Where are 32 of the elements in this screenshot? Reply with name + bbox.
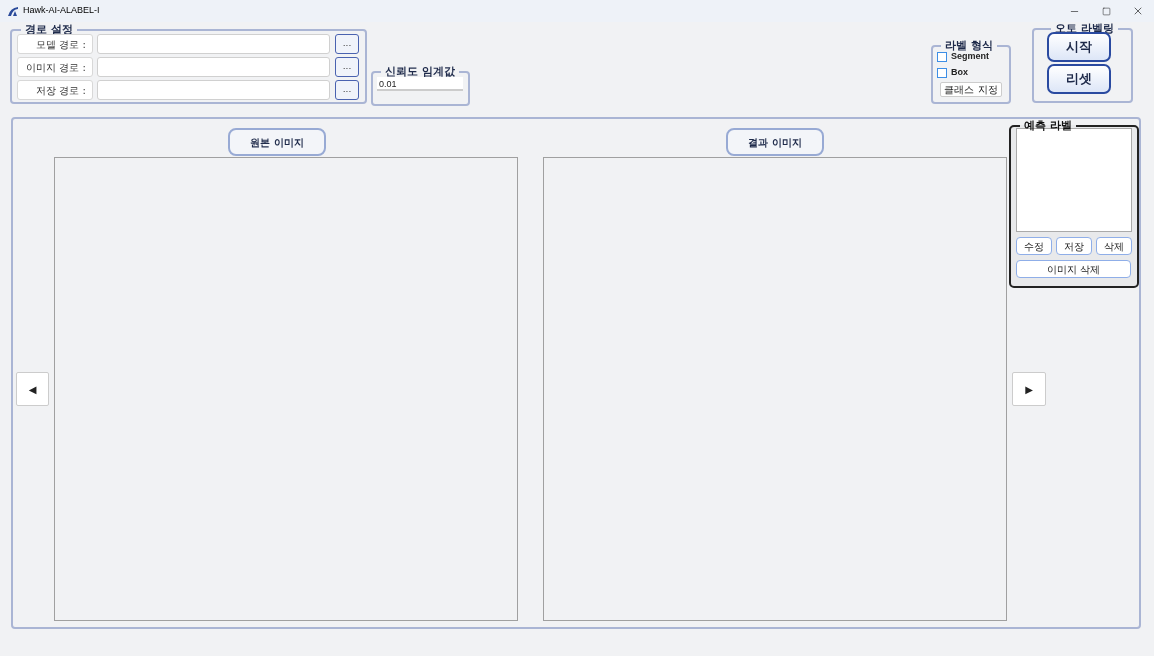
browse-button[interactable]: ... [335, 34, 359, 54]
app-icon [7, 6, 19, 16]
browse-button[interactable]: ... [335, 57, 359, 77]
delete-image-button[interactable]: 이미지 삭제 [1016, 260, 1131, 278]
label-action-button[interactable]: 삭제 [1096, 237, 1132, 255]
threshold-field[interactable]: 0.01 [377, 77, 463, 91]
path-field[interactable] [97, 57, 330, 77]
checkbox[interactable] [937, 52, 947, 62]
maximize-icon [1101, 6, 1111, 16]
group-title: 오토 라벨링 [1054, 23, 1115, 34]
path-label: 이미지 경로 : [17, 57, 93, 77]
group-title: 신뢰도 임계값 [384, 66, 456, 77]
window-title: Hawk-AI-ALABEL-I [23, 4, 100, 18]
checkbox-label: Segment [951, 51, 989, 64]
action-button[interactable]: 리셋 [1047, 64, 1111, 94]
close-icon [1132, 5, 1144, 17]
group-title: 라벨 형식 [944, 40, 994, 51]
next-button[interactable]: ▶ [1012, 372, 1046, 406]
label-action-button[interactable]: 저장 [1056, 237, 1092, 255]
checkbox-label: Box [951, 66, 968, 80]
path-field[interactable] [97, 34, 330, 54]
panel-title-button[interactable]: 결과 이미지 [726, 128, 824, 156]
class-button[interactable]: 클래스 지정 [940, 82, 1002, 97]
group-title: 예측 라벨 [1023, 120, 1073, 131]
path-field[interactable] [97, 80, 330, 100]
path-label: 저장 경로 : [17, 80, 93, 100]
panel-title-button[interactable]: 원본 이미지 [228, 128, 326, 156]
browse-button[interactable]: ... [335, 80, 359, 100]
prev-button[interactable]: ◀ [16, 372, 49, 406]
checkbox[interactable] [937, 68, 947, 78]
path-label: 모델 경로 : [17, 34, 93, 54]
label-action-button[interactable]: 수정 [1016, 237, 1052, 255]
